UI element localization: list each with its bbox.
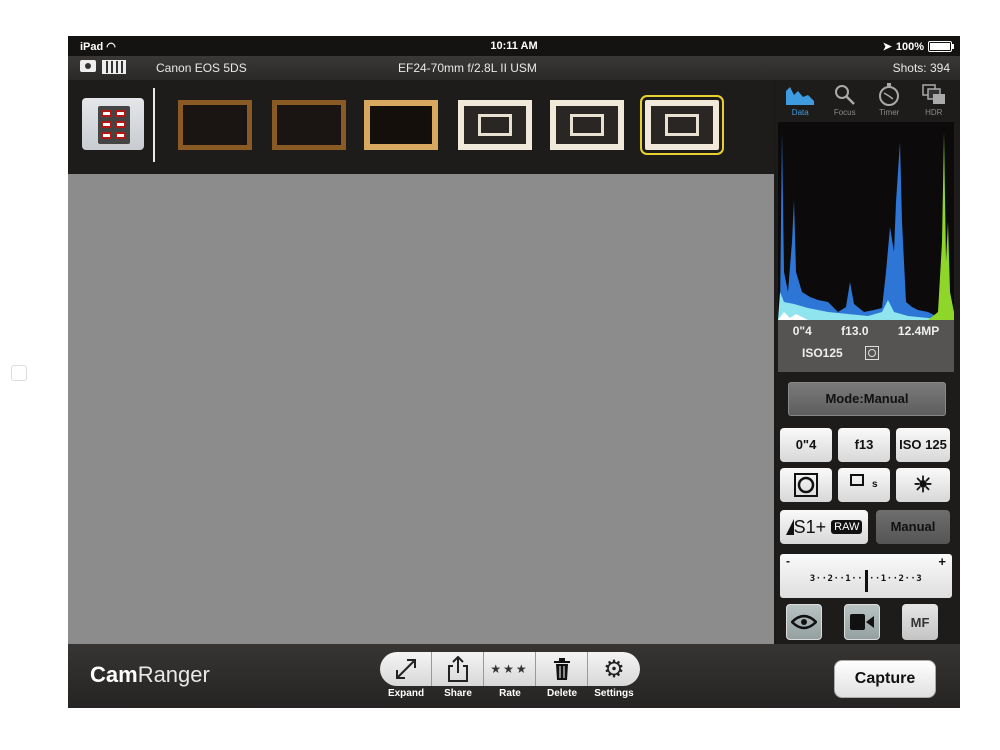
tab-hdr[interactable]: HDR (912, 80, 957, 122)
single-shot-icon (850, 474, 864, 486)
iso-button[interactable]: ISO 125 (896, 428, 950, 462)
histogram-green-channel (928, 132, 954, 320)
exposure-info: 0"4 f13.0 12.4MP ISO125 (778, 320, 954, 372)
filmstrip[interactable] (68, 80, 774, 174)
video-camera-icon (849, 613, 875, 631)
capture-button[interactable]: Capture (834, 660, 936, 698)
metering-mode-button[interactable] (780, 468, 832, 502)
camera-battery-icon (102, 60, 126, 74)
live-view-button[interactable] (786, 604, 822, 640)
magnifier-icon (823, 82, 868, 108)
stopwatch-icon (867, 82, 912, 108)
mode-button[interactable]: Mode:Manual (788, 382, 946, 416)
info-resolution: 12.4MP (898, 324, 939, 338)
expand-button[interactable]: Expand (380, 652, 432, 699)
bottom-toolbar: CamRanger Expand Share ★★★ Rate Delete ⚙… (68, 644, 960, 708)
camranger-logo: CamRanger (90, 662, 210, 688)
focus-mode-button[interactable]: Manual (876, 510, 950, 544)
image-actions: Expand Share ★★★ Rate Delete ⚙ Settings (380, 652, 640, 699)
raw-badge: RAW (831, 520, 862, 534)
ev-marker[interactable] (865, 570, 868, 592)
camera-icon (80, 60, 96, 72)
thumbnail-selected[interactable] (645, 100, 719, 150)
info-aperture: f13.0 (841, 324, 868, 338)
camera-info-bar: Canon EOS 5DS EF24-70mm f/2.8L II USM Sh… (68, 56, 960, 80)
tab-timer[interactable]: Timer (867, 80, 912, 122)
expand-icon (394, 657, 418, 681)
ipad-app-window: iPad ◠ 10:11 AM ➤ 100% Canon EOS 5DS EF2… (68, 36, 960, 708)
evaluative-metering-icon (794, 473, 818, 497)
share-icon (447, 656, 469, 682)
share-button[interactable]: Share (432, 652, 484, 699)
video-button[interactable] (844, 604, 880, 640)
histogram (778, 122, 954, 320)
thumbnail[interactable] (178, 100, 252, 150)
shots-count: Shots: 394 (893, 61, 950, 75)
sd-card-grid-icon (98, 106, 130, 144)
trash-icon (553, 658, 571, 680)
thumbnail[interactable] (272, 100, 346, 150)
histogram-icon (778, 82, 823, 108)
tool-tabs: Data Focus Timer HDR (778, 80, 956, 122)
quality-size-icon (786, 519, 794, 535)
drive-mode-button[interactable]: s (838, 468, 890, 502)
status-time: 10:11 AM (68, 40, 960, 52)
tab-data[interactable]: Data (778, 80, 823, 122)
aperture-button[interactable]: f13 (838, 428, 890, 462)
thumbnail[interactable] (364, 100, 438, 150)
battery-percent: 100% (896, 41, 924, 53)
eye-icon (791, 614, 817, 630)
ios-status-bar: iPad ◠ 10:11 AM ➤ 100% (68, 36, 960, 56)
shutter-button[interactable]: 0"4 (780, 428, 832, 462)
lens-name: EF24-70mm f/2.8L II USM (398, 61, 537, 75)
sun-icon: ☀ (913, 472, 933, 497)
histogram-blue-channel (778, 132, 954, 320)
thumbnail[interactable] (550, 100, 624, 150)
side-checkbox[interactable] (11, 365, 27, 381)
stars-icon: ★★★ (490, 662, 528, 676)
filmstrip-divider (153, 88, 155, 162)
exposure-compensation-scale[interactable]: - + 3··2··1··|··1··2··3 (780, 554, 952, 598)
info-shutter: 0"4 (793, 324, 812, 338)
rate-button[interactable]: ★★★ Rate (484, 652, 536, 699)
info-iso: ISO125 (802, 346, 843, 360)
image-preview-area[interactable] (68, 174, 774, 644)
gear-icon: ⚙ (603, 655, 625, 684)
settings-button[interactable]: ⚙ Settings (588, 652, 640, 699)
right-control-panel: Data Focus Timer HDR (776, 80, 960, 644)
metering-icon (865, 346, 879, 360)
hdr-stack-icon (912, 82, 957, 108)
status-right: ➤ 100% (883, 40, 952, 53)
delete-button[interactable]: Delete (536, 652, 588, 699)
camera-model: Canon EOS 5DS (156, 61, 247, 75)
manual-focus-button[interactable]: MF (902, 604, 938, 640)
image-quality-button[interactable]: S1+ RAW (780, 510, 868, 544)
white-balance-button[interactable]: ☀ (896, 468, 950, 502)
card-browser-button[interactable] (82, 98, 144, 150)
location-arrow-icon: ➤ (883, 40, 892, 53)
battery-icon (928, 41, 952, 52)
thumbnail[interactable] (458, 100, 532, 150)
tab-focus[interactable]: Focus (823, 80, 868, 122)
